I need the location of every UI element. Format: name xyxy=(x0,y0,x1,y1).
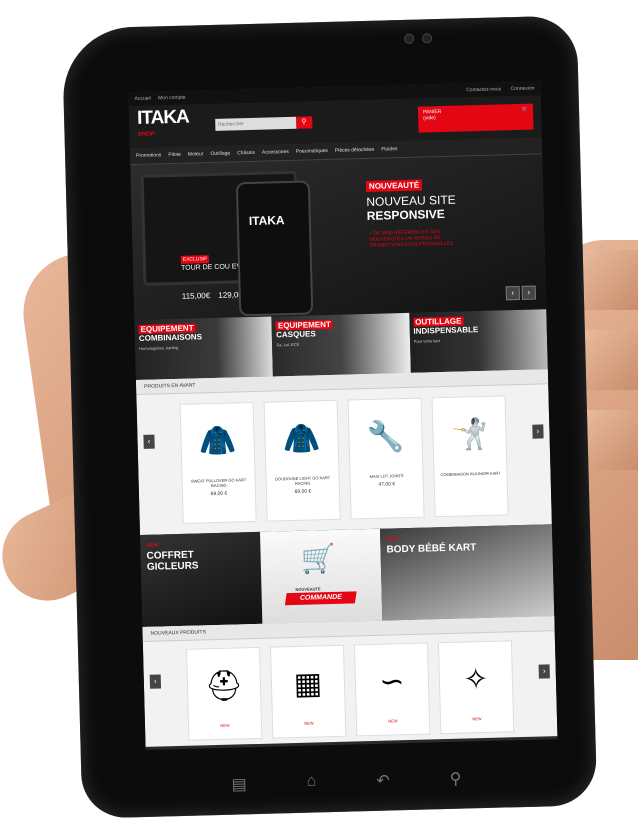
product-price: 47,00 € xyxy=(378,481,396,488)
promo-title: BODY BÉBÉ KART xyxy=(386,542,477,556)
product-price: 69,00 € xyxy=(294,488,312,495)
hero-prices: 115,00€ 129,00€ xyxy=(182,290,248,301)
category-description: Sa, Lol, ECE xyxy=(276,341,300,348)
carousel-next-icon[interactable]: › xyxy=(538,664,550,679)
new-badge: NEW xyxy=(220,722,230,728)
new-badge: NEW xyxy=(472,716,482,722)
next-arrow-icon[interactable]: › xyxy=(521,285,536,300)
category-banners: EQUIPEMENT COMBINAISONS Homologuées, kar… xyxy=(134,309,548,381)
product-card[interactable]: ▦ NEW xyxy=(269,644,347,739)
nav-item[interactable]: Moteur xyxy=(188,151,204,157)
search-bar: ⚲ xyxy=(214,116,313,131)
promo-new-tag: NEW xyxy=(386,536,398,543)
cable-icon: ∽ xyxy=(378,664,405,699)
cart-button[interactable]: PANIER (vide) 🛒 xyxy=(417,103,534,133)
search-key-icon[interactable]: ⚲ xyxy=(450,769,462,789)
carousel-prev-icon[interactable]: ‹ xyxy=(143,434,155,449)
product-price xyxy=(435,478,507,480)
nav-item[interactable]: Pilote xyxy=(168,152,181,158)
cart-status: (vide) xyxy=(423,115,436,122)
nav-item[interactable]: Pièces détachées xyxy=(335,147,375,154)
product-card[interactable]: ✧ NEW xyxy=(437,640,515,735)
new-badge: NEW xyxy=(304,720,314,726)
product-name: SWEAT PULLOVER GO KART RACING xyxy=(190,477,247,489)
topbar-link-contact[interactable]: Contactez-nous xyxy=(466,86,501,93)
camera-icon xyxy=(403,33,415,44)
promo-banners: NEW COFFRET GICLEURS NOUVEAUTE COMMANDE … xyxy=(140,524,555,627)
category-banner-combinaisons[interactable]: EQUIPEMENT COMBINAISONS Homologuées, kar… xyxy=(134,316,274,381)
hero-badge: NOUVEAUTÉ xyxy=(365,179,423,192)
nav-item[interactable]: Outillage xyxy=(210,151,230,158)
category-subtitle: COMBINAISONS xyxy=(138,332,203,343)
topbar-link-account[interactable]: Mon compte xyxy=(158,95,186,102)
product-card[interactable]: ∽ NEW xyxy=(353,642,431,737)
promo-new-tag: NEW xyxy=(146,542,159,549)
radiator-icon: ▦ xyxy=(293,666,323,701)
home-key-icon[interactable]: ⌂ xyxy=(306,772,316,792)
android-softkeys: ▤ ⌂ ↶ ⚲ xyxy=(231,769,461,795)
hero-slider[interactable]: EXCLUSIF TOUR DE COU EVS 115,00€ 129,00€… xyxy=(130,154,547,321)
promo-label: NOUVEAUTE xyxy=(295,586,321,592)
category-description: Homologuées, karting xyxy=(139,344,179,351)
tablet-screen: Accueil Mon compte Contactez-nous Connex… xyxy=(128,81,558,750)
topbar-link-home[interactable]: Accueil xyxy=(135,96,151,102)
new-products: NOUVEAUX PRODUITS ‹ › ⛑ NEW ▦ NEW ∽ NEW … xyxy=(142,616,558,747)
basket-icon: 🛒 xyxy=(300,542,336,575)
product-card[interactable]: 🤺 COMBINAISON INJUNIOR KART xyxy=(431,395,509,518)
category-subtitle: INDISPENSABLE xyxy=(413,325,479,336)
search-icon[interactable]: ⚲ xyxy=(295,116,313,129)
jacket-icon: 🧥 xyxy=(198,423,237,458)
hero-subtitle: + DE 8000 RÉFÉRENCES DES NOUVEAUTÉS UN N… xyxy=(369,229,454,249)
nav-item[interactable]: Pneumatiques xyxy=(296,148,328,155)
sensor-icon xyxy=(421,33,433,44)
new-badge: NEW xyxy=(388,718,398,724)
product-card[interactable]: 🔧 MAXI LOT JOINTS 47,00 € xyxy=(347,397,425,520)
nav-item[interactable]: Fluides xyxy=(381,146,397,152)
race-suit-icon: 🤺 xyxy=(450,417,489,452)
prev-arrow-icon[interactable]: ‹ xyxy=(505,285,521,301)
hero-title-bold: RESPONSIVE xyxy=(366,206,445,223)
product-card[interactable]: 🧥 DOUDOUNE LIGHT GO KART RACING 69,00 € xyxy=(263,399,341,522)
category-description: Pour votre kart xyxy=(413,338,440,344)
phone-logo: ITAKA xyxy=(248,213,285,229)
promo-coffret[interactable]: NEW COFFRET GICLEURS xyxy=(140,531,263,627)
category-subtitle: CASQUES xyxy=(276,329,316,340)
helmet-icon: ⛑ xyxy=(204,668,244,703)
product-name: DOUDOUNE LIGHT GO KART RACING xyxy=(274,475,331,486)
carousel-prev-icon[interactable]: ‹ xyxy=(149,674,162,689)
featured-products: PRODUITS EN AVANT ‹ › 🧥 SWEAT PULLOVER G… xyxy=(135,369,552,536)
carousel-next-icon[interactable]: › xyxy=(532,424,544,439)
topbar-link-login[interactable]: Connexion xyxy=(510,86,534,93)
category-banner-casques[interactable]: EQUIPEMENT CASQUES Sa, Lol, ECE xyxy=(271,312,411,377)
phone-image: ITAKA xyxy=(235,180,314,317)
promo-body-bebe[interactable]: NEW BODY BÉBÉ KART xyxy=(379,524,555,621)
site-logo[interactable]: ITAKA SHOP xyxy=(137,107,189,143)
category-banner-outillage[interactable]: OUTILLAGE INDISPENSABLE Pour votre kart xyxy=(408,309,548,373)
product-price: 69,00 € xyxy=(210,490,228,498)
commande-button[interactable]: COMMANDE xyxy=(284,591,357,606)
hero-price: 115,00€ xyxy=(181,291,211,301)
nav-item[interactable]: Accessoires xyxy=(262,149,289,156)
jacket-icon: 🧥 xyxy=(282,421,321,456)
nav-item[interactable]: Promotions xyxy=(136,152,161,159)
parts-kit-icon: 🔧 xyxy=(366,419,405,454)
tablet-device: Accueil Mon compte Contactez-nous Connex… xyxy=(61,15,598,819)
product-card[interactable]: 🧥 SWEAT PULLOVER GO KART RACING 69,00 € xyxy=(179,401,257,524)
product-card[interactable]: ⛑ NEW xyxy=(186,646,263,741)
search-input[interactable] xyxy=(214,116,297,131)
product-name: COMBINAISON INJUNIOR KART xyxy=(440,470,501,478)
neck-protector-icon: ✧ xyxy=(462,662,489,697)
menu-key-icon[interactable]: ▤ xyxy=(231,774,247,794)
product-name: MAXI LOT JOINTS xyxy=(369,473,404,479)
promo-title: COFFRET GICLEURS xyxy=(146,549,199,573)
promo-commande[interactable]: NOUVEAUTE COMMANDE 🛒 xyxy=(259,528,383,624)
hero-exclusive-tag: EXCLUSIF xyxy=(180,255,210,264)
back-key-icon[interactable]: ↶ xyxy=(376,771,390,791)
nav-item[interactable]: Châssis xyxy=(237,150,255,156)
slider-arrows: ‹ › xyxy=(505,285,536,301)
cart-icon: 🛒 xyxy=(521,106,529,113)
